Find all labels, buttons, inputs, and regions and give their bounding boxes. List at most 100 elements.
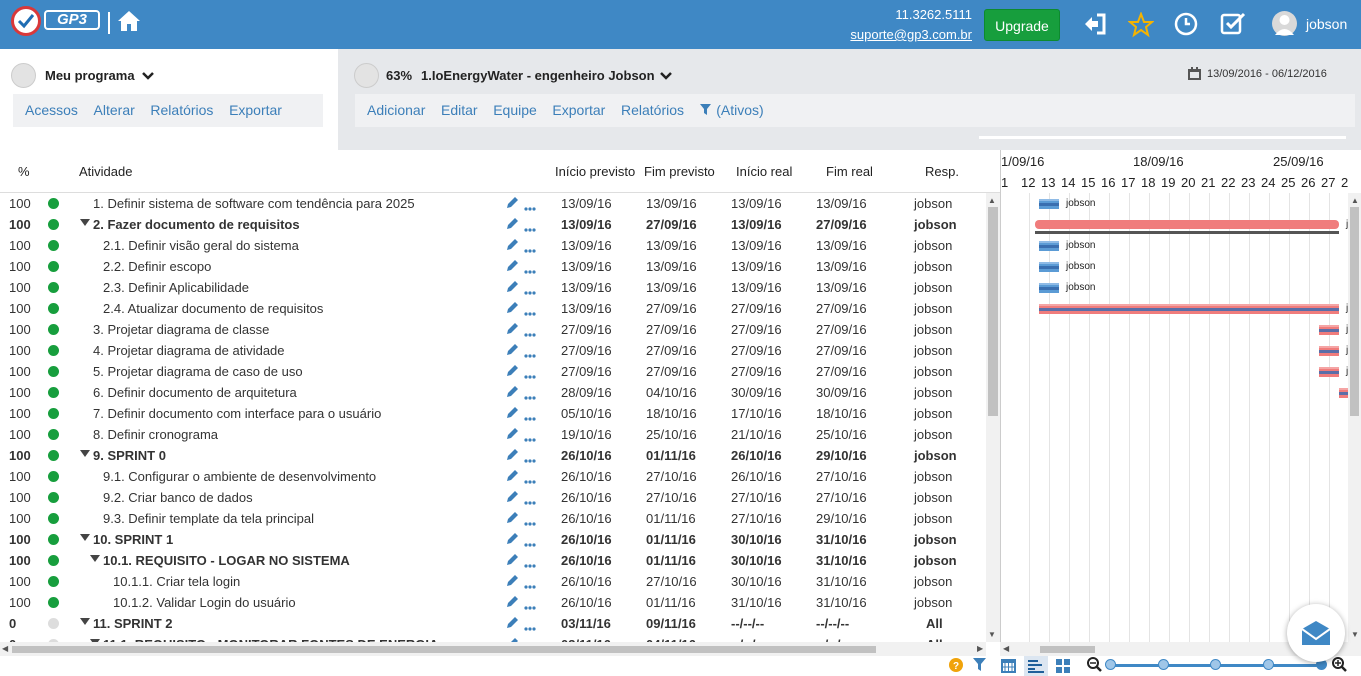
- more-options-icon[interactable]: [524, 598, 536, 613]
- chevron-down-icon[interactable]: [659, 69, 673, 84]
- collapse-triangle-icon[interactable]: [80, 534, 90, 541]
- collapse-triangle-icon[interactable]: [80, 450, 90, 457]
- edit-pencil-icon[interactable]: [505, 490, 519, 507]
- activity-name[interactable]: 7. Definir documento com interface para …: [93, 406, 381, 421]
- more-options-icon[interactable]: [524, 493, 536, 508]
- col-start-plan[interactable]: Início previsto: [555, 164, 635, 179]
- gantt-bar[interactable]: [1039, 304, 1339, 314]
- filter-icon[interactable]: [973, 658, 986, 674]
- zoom-in-icon[interactable]: [1332, 657, 1347, 675]
- edit-pencil-icon[interactable]: [505, 280, 519, 297]
- table-row[interactable]: 100 10. SPRINT 1 26/10/16 01/11/16 30/10/16 3…: [0, 529, 986, 550]
- edit-pencil-icon[interactable]: [505, 448, 519, 465]
- more-options-icon[interactable]: [524, 220, 536, 235]
- table-row[interactable]: 100 2.2. Definir escopo 13/09/16 13/09/16 13…: [0, 256, 986, 277]
- edit-pencil-icon[interactable]: [505, 301, 519, 318]
- table-row[interactable]: 100 2.3. Definir Aplicabilidade 13/09/16 13…: [0, 277, 986, 298]
- more-options-icon[interactable]: [524, 577, 536, 592]
- activity-name[interactable]: 10.1. REQUISITO - LOGAR NO SISTEMA: [103, 553, 350, 568]
- collapse-triangle-icon[interactable]: [90, 555, 100, 562]
- edit-pencil-icon[interactable]: [505, 364, 519, 381]
- table-row[interactable]: 0 11. SPRINT 2 03/11/16 09/11/16 --/--/-- --/…: [0, 613, 986, 634]
- logo-check-icon[interactable]: [11, 6, 41, 36]
- menu-ativos-filter[interactable]: (Ativos): [716, 94, 763, 127]
- more-options-icon[interactable]: [524, 514, 536, 529]
- menu-relatorios[interactable]: Relatórios: [621, 94, 684, 127]
- more-options-icon[interactable]: [524, 199, 536, 214]
- activity-name[interactable]: 9.3. Definir template da tela principal: [103, 511, 314, 526]
- scroll-up-arrow-icon[interactable]: ▲: [1351, 196, 1359, 205]
- activity-name[interactable]: 4. Projetar diagrama de atividade: [93, 343, 285, 358]
- activity-name[interactable]: 10. SPRINT 1: [93, 532, 173, 547]
- edit-pencil-icon[interactable]: [505, 238, 519, 255]
- user-name[interactable]: jobson: [1306, 16, 1347, 32]
- more-options-icon[interactable]: [524, 472, 536, 487]
- activity-name[interactable]: 9.2. Criar banco de dados: [103, 490, 253, 505]
- activity-name[interactable]: 1. Definir sistema de software com tendê…: [93, 196, 415, 211]
- home-icon[interactable]: [117, 10, 141, 35]
- more-options-icon[interactable]: [524, 388, 536, 403]
- clock-icon[interactable]: [1174, 12, 1198, 39]
- gantt-bar[interactable]: [1319, 346, 1339, 356]
- table-row[interactable]: 100 3. Projetar diagrama de classe 27/09/1…: [0, 319, 986, 340]
- project-title[interactable]: 1.IoEnergyWater - engenheiro Jobson: [421, 68, 655, 83]
- edit-pencil-icon[interactable]: [505, 196, 519, 213]
- table-row[interactable]: 011.1. REQUISITO - MONITORAR FONTES DE E…: [0, 634, 986, 642]
- activity-name[interactable]: 2.1. Definir visão geral do sistema: [103, 238, 299, 253]
- menu-exportar[interactable]: Exportar: [552, 94, 605, 127]
- activity-name[interactable]: 2. Fazer documento de requisitos: [93, 217, 300, 232]
- gantt-bar[interactable]: [1039, 262, 1059, 272]
- col-resp[interactable]: Resp.: [925, 164, 959, 179]
- help-icon[interactable]: ?: [949, 658, 963, 675]
- table-row[interactable]: 100 8. Definir cronograma 19/10/16 25/10/16…: [0, 424, 986, 445]
- table-row[interactable]: 100 10.1. REQUISITO - LOGAR NO SISTEMA 26/…: [0, 550, 986, 571]
- upgrade-button[interactable]: Upgrade: [984, 9, 1060, 41]
- more-options-icon[interactable]: [524, 430, 536, 445]
- table-row[interactable]: 100 9.3. Definir template da tela princip…: [0, 508, 986, 529]
- scroll-right-arrow-icon[interactable]: ▶: [977, 644, 983, 653]
- table-row[interactable]: 100 6. Definir documento de arquitetura 28…: [0, 382, 986, 403]
- zoom-step[interactable]: [1105, 659, 1116, 670]
- menu-alterar[interactable]: Alterar: [94, 94, 135, 127]
- scroll-down-arrow-icon[interactable]: ▼: [1351, 630, 1359, 639]
- col-pct[interactable]: %: [18, 164, 30, 179]
- activity-name[interactable]: 8. Definir cronograma: [93, 427, 218, 442]
- activity-name[interactable]: 10.1.2. Validar Login do usuário: [113, 595, 296, 610]
- table-scroll-thumb[interactable]: [988, 207, 998, 416]
- scroll-down-arrow-icon[interactable]: ▼: [988, 630, 996, 639]
- filter-icon[interactable]: [699, 94, 711, 127]
- gantt-view-icon[interactable]: [1024, 656, 1048, 676]
- table-row[interactable]: 100 2.1. Definir visão geral do sistema 13…: [0, 235, 986, 256]
- table-row[interactable]: 100 4. Projetar diagrama de atividade 27/0…: [0, 340, 986, 361]
- more-options-icon[interactable]: [524, 241, 536, 256]
- gantt-bar[interactable]: [1039, 283, 1059, 293]
- edit-pencil-icon[interactable]: [505, 406, 519, 423]
- col-activity[interactable]: Atividade: [79, 164, 132, 179]
- edit-pencil-icon[interactable]: [505, 469, 519, 486]
- table-hscroll-thumb[interactable]: [12, 646, 876, 653]
- edit-pencil-icon[interactable]: [505, 427, 519, 444]
- activity-name[interactable]: 3. Projetar diagrama de classe: [93, 322, 269, 337]
- logo-text[interactable]: GP3: [44, 10, 100, 30]
- gantt-scroll-thumb[interactable]: [1350, 207, 1359, 416]
- board-view-icon[interactable]: [1056, 659, 1070, 676]
- edit-pencil-icon[interactable]: [505, 574, 519, 591]
- more-options-icon[interactable]: [524, 619, 536, 634]
- zoom-step[interactable]: [1158, 659, 1169, 670]
- activity-name[interactable]: 9. SPRINT 0: [93, 448, 166, 463]
- logout-icon[interactable]: [1083, 12, 1107, 39]
- program-title[interactable]: Meu programa: [45, 68, 135, 83]
- table-row[interactable]: 100 2.4. Atualizar documento de requisito…: [0, 298, 986, 319]
- menu-editar[interactable]: Editar: [441, 94, 478, 127]
- gantt-bar[interactable]: [1035, 220, 1339, 229]
- scroll-up-arrow-icon[interactable]: ▲: [988, 196, 996, 205]
- more-options-icon[interactable]: [524, 556, 536, 571]
- table-row[interactable]: 100 10.1.1. Criar tela login 26/10/16 27/10…: [0, 571, 986, 592]
- activity-name[interactable]: 2.4. Atualizar documento de requisitos: [103, 301, 323, 316]
- scroll-left-arrow-icon[interactable]: ◀: [2, 644, 8, 653]
- table-row[interactable]: 100 2. Fazer documento de requisitos 13/09…: [0, 214, 986, 235]
- activity-name[interactable]: 11. SPRINT 2: [93, 616, 172, 631]
- favorite-star-icon[interactable]: [1127, 11, 1155, 41]
- gantt-bar[interactable]: [1319, 367, 1339, 377]
- more-options-icon[interactable]: [524, 409, 536, 424]
